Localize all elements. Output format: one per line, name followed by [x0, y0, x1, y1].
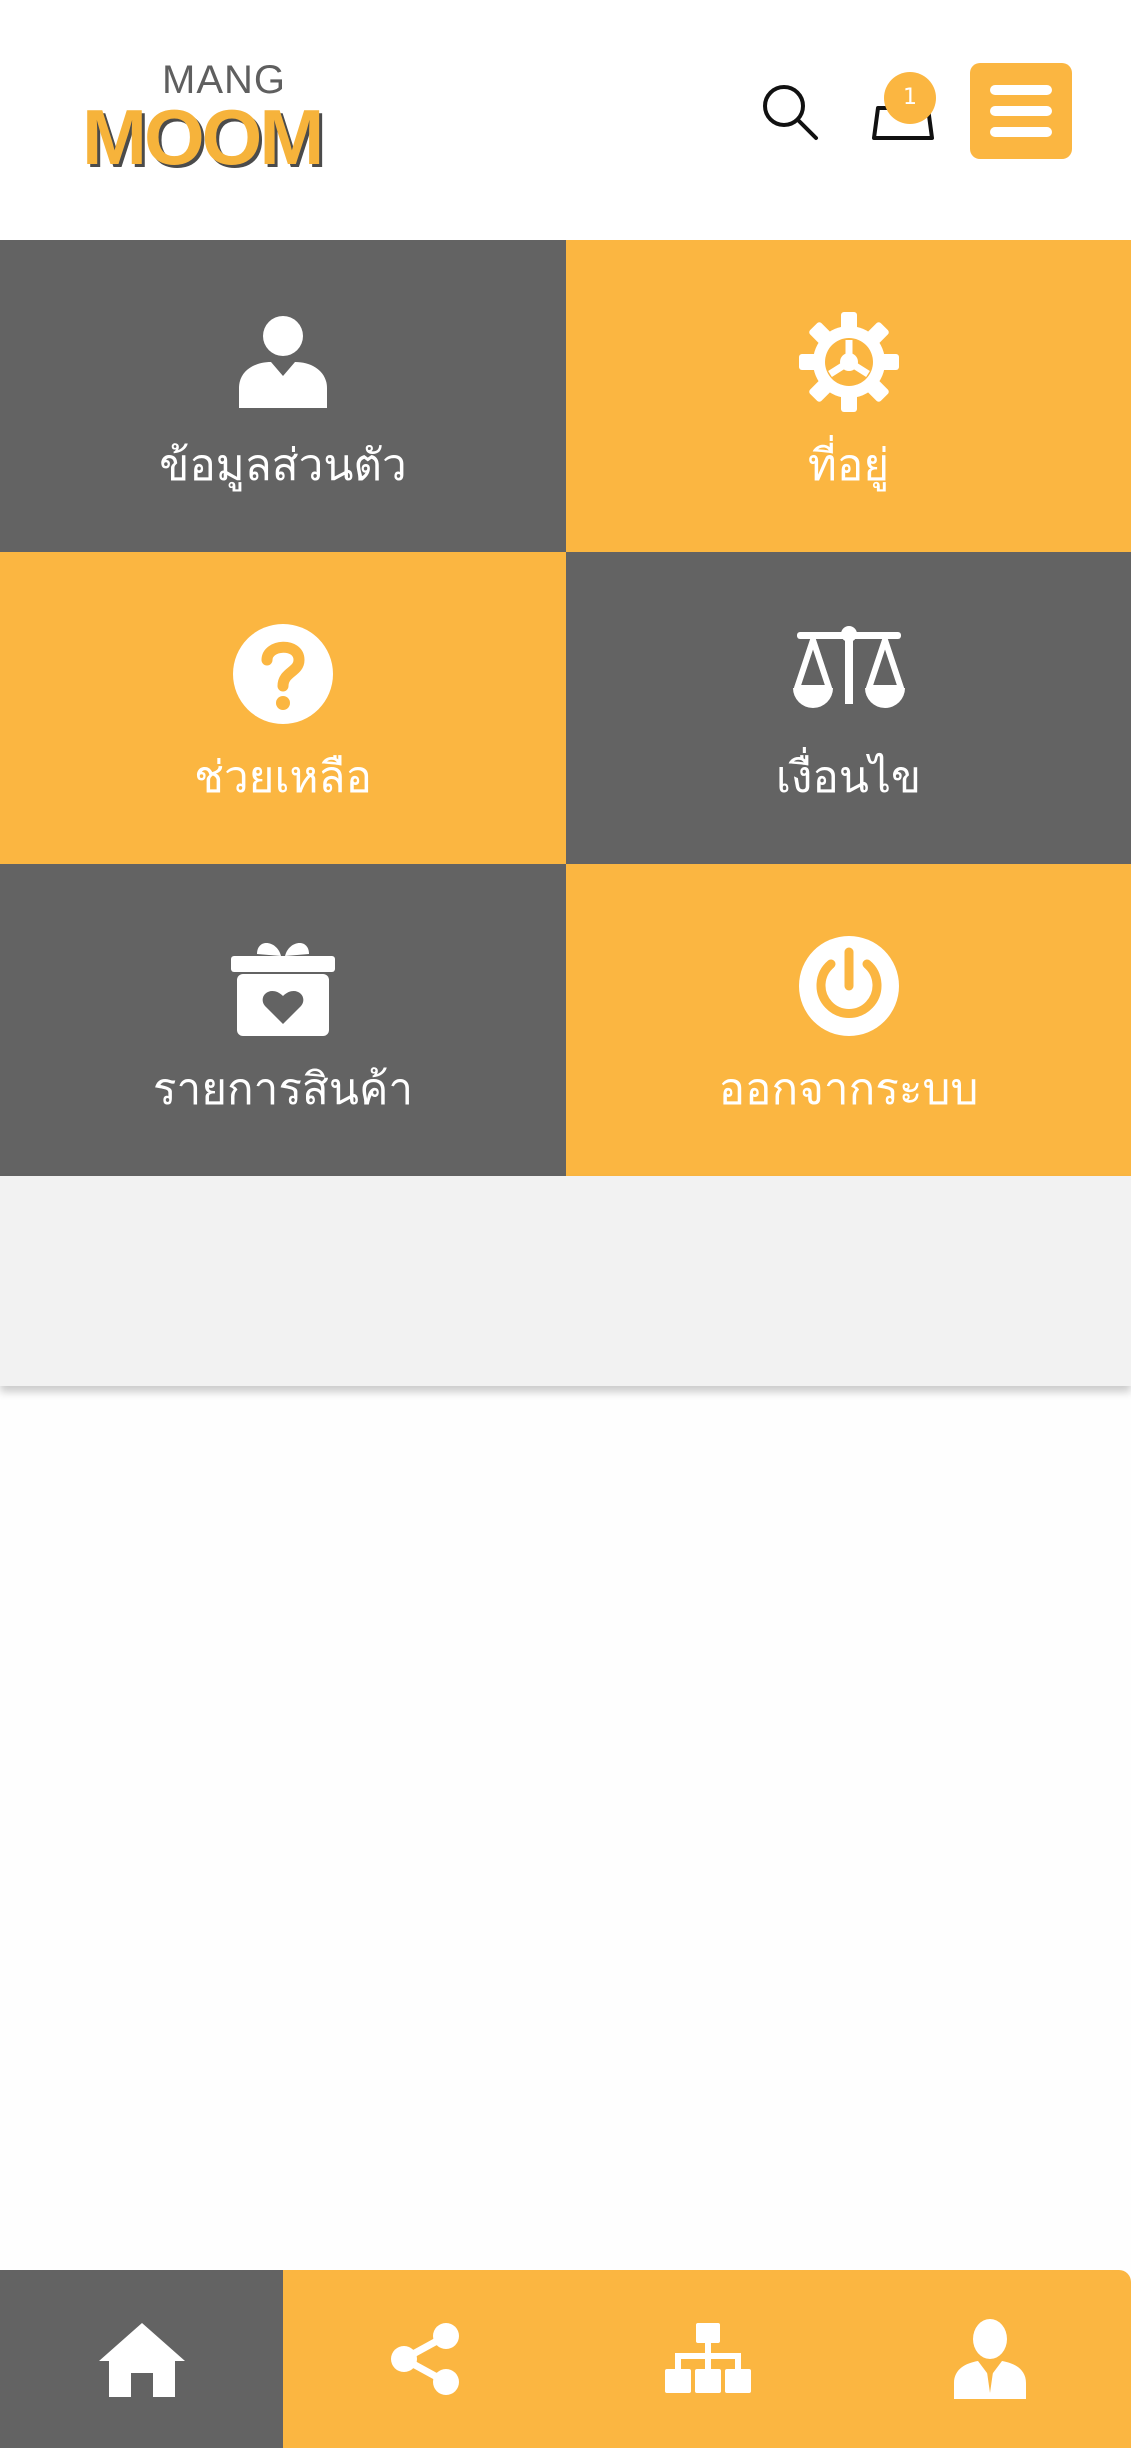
- power-icon: [798, 936, 899, 1036]
- nav-account[interactable]: [849, 2270, 1131, 2448]
- share-icon: [390, 2323, 459, 2395]
- tile-address-label: ที่อยู่: [807, 440, 890, 491]
- tile-help-label: ช่วยเหลือ: [194, 752, 372, 803]
- account-icon: [954, 2319, 1026, 2399]
- tile-profile-label: ข้อมูลส่วนตัว: [159, 440, 407, 491]
- sitemap-icon: [664, 2323, 751, 2393]
- tile-terms[interactable]: เงื่อนไข: [566, 552, 1131, 864]
- cart-count-badge: 1: [884, 72, 936, 124]
- logo[interactable]: MANG MOOM: [82, 58, 372, 181]
- tile-address[interactable]: ที่อยู่: [566, 240, 1131, 552]
- logo-main-text: MOOM: [82, 93, 324, 181]
- tile-profile[interactable]: ข้อมูลส่วนตัว: [0, 240, 566, 552]
- home-icon: [98, 2323, 185, 2397]
- menu-bar-icon: [990, 106, 1052, 116]
- tile-products[interactable]: รายการสินค้า: [0, 864, 566, 1176]
- menu-button[interactable]: [970, 63, 1072, 159]
- menu-bar-icon: [990, 127, 1052, 137]
- menu-bar-icon: [990, 85, 1052, 95]
- tile-products-label: รายการสินค้า: [152, 1064, 414, 1115]
- nav-share[interactable]: [283, 2270, 566, 2448]
- gift-icon: [231, 942, 335, 1036]
- gear-icon: [798, 312, 899, 412]
- bottom-nav: [0, 2270, 1131, 2448]
- help-icon: [233, 624, 333, 724]
- user-icon: [239, 316, 327, 408]
- nav-sitemap[interactable]: [566, 2270, 849, 2448]
- menu-grid: ข้อมูลส่วนตัว ที่อยู่ ช่วยเหลือ เงื่อนไข…: [0, 240, 1131, 1176]
- search-icon[interactable]: [760, 82, 820, 142]
- scale-icon: [792, 626, 905, 708]
- tile-help[interactable]: ช่วยเหลือ: [0, 552, 566, 864]
- tile-logout[interactable]: ออกจากระบบ: [566, 864, 1131, 1176]
- tile-logout-label: ออกจากระบบ: [718, 1064, 979, 1115]
- content-panel: [0, 1176, 1131, 1386]
- header: MANG MOOM 1: [0, 0, 1131, 240]
- tile-terms-label: เงื่อนไข: [775, 752, 922, 803]
- nav-home[interactable]: [0, 2270, 283, 2448]
